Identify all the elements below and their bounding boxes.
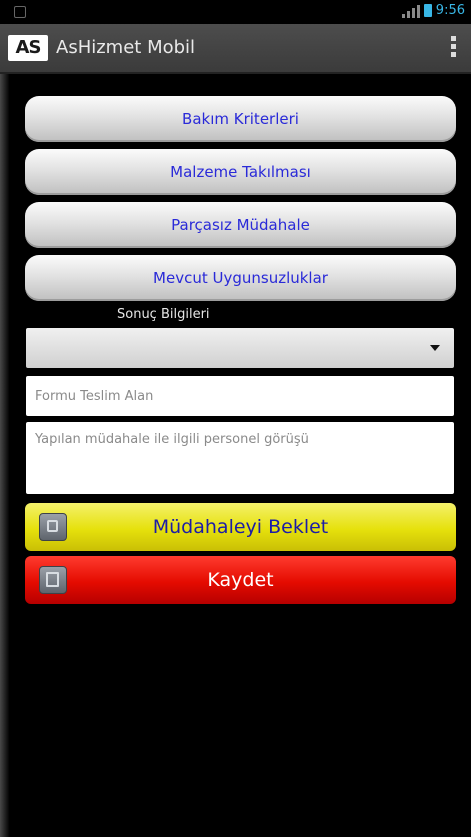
save-label: Kaydet (207, 569, 274, 591)
overflow-menu-icon[interactable] (451, 36, 457, 60)
material-install-button[interactable]: Malzeme Takılması (25, 149, 456, 195)
comment-textarea[interactable]: Yapılan müdahale ile ilgili personel gör… (26, 422, 454, 494)
partless-intervention-button[interactable]: Parçasız Müdahale (25, 202, 456, 248)
dropdown-arrow-icon (430, 345, 440, 351)
save-button[interactable]: Kaydet (25, 556, 456, 604)
battery-icon (423, 4, 432, 17)
result-info-label: Sonuç Bilgileri (117, 307, 210, 322)
wait-intervention-button[interactable]: Müdahaleyi Beklet (25, 503, 456, 551)
screen: 9:56 AS AsHizmet Mobil Bakım Kriterleri … (0, 0, 471, 837)
screen-edge (0, 0, 12, 837)
receiver-input[interactable]: Formu Teslim Alan (26, 376, 454, 416)
status-time: 9:56 (435, 3, 465, 18)
action-bar: AS AsHizmet Mobil (0, 24, 471, 74)
app-logo: AS (8, 35, 48, 61)
pause-hand-icon (39, 513, 67, 541)
maintenance-criteria-button[interactable]: Bakım Kriterleri (25, 96, 456, 142)
save-document-icon (39, 566, 67, 594)
app-title: AsHizmet Mobil (56, 37, 196, 58)
signal-icon (401, 4, 420, 18)
receiver-placeholder: Formu Teslim Alan (35, 389, 154, 404)
status-right: 9:56 (401, 3, 465, 18)
wait-intervention-label: Müdahaleyi Beklet (152, 516, 329, 538)
comment-placeholder: Yapılan müdahale ile ilgili personel gör… (35, 432, 309, 447)
status-bar: 9:56 (0, 0, 471, 24)
notification-icon (14, 6, 26, 18)
current-nonconformities-button[interactable]: Mevcut Uygunsuzluklar (25, 255, 456, 301)
result-dropdown[interactable] (26, 328, 454, 368)
